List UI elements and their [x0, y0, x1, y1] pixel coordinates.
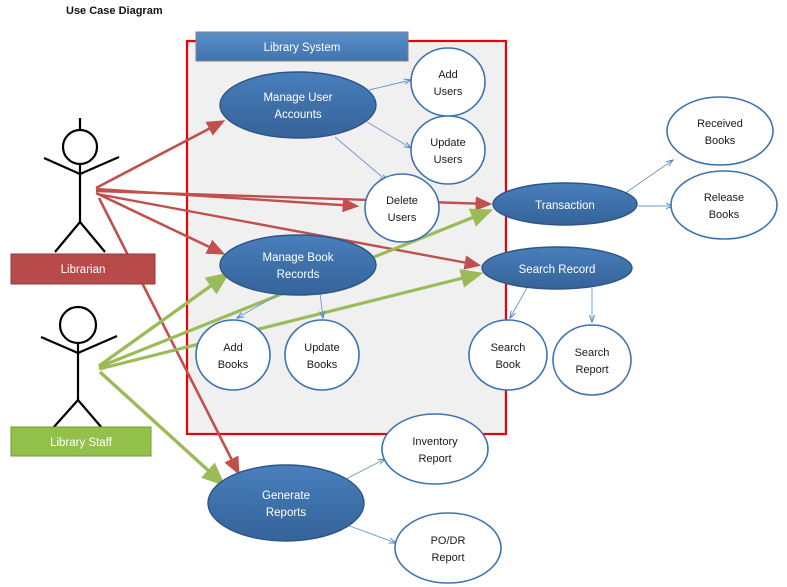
inventory-report-label-line2: Report [418, 453, 451, 465]
use-case-update-books[interactable]: Update Books [284, 319, 360, 391]
inventory-report-label-line1: Inventory [412, 436, 458, 448]
po-dr-report-label-line1: PO/DR [431, 535, 466, 547]
add-users-label-line2: Users [434, 86, 463, 98]
release-books-label-line1: Release [704, 192, 744, 204]
received-books-label-line2: Books [705, 135, 736, 147]
use-case-po-dr-report[interactable]: PO/DR Report [394, 512, 502, 584]
diagram-svg: Use Case Diagram Library System Libraria… [10, 5, 778, 584]
use-case-generate-reports[interactable]: Generate Reports [207, 464, 365, 542]
search-report-label-line1: Search [575, 347, 610, 359]
actor-library-staff[interactable]: Library Staff [10, 305, 152, 457]
use-case-transaction[interactable]: Transaction [492, 182, 638, 226]
use-case-add-books[interactable]: Add Books [195, 319, 271, 391]
add-books-label-line2: Books [218, 359, 249, 371]
use-case-delete-users[interactable]: Delete Users [364, 173, 440, 243]
include-generate-po-dr-report [346, 524, 396, 543]
manage-user-accounts-label-line2: Accounts [274, 109, 322, 121]
manage-book-records-label-line1: Manage Book [263, 252, 334, 264]
page-title: Use Case Diagram [66, 5, 163, 17]
use-case-search-book[interactable]: Search Book [468, 319, 548, 391]
update-users-label-line1: Update [430, 137, 465, 149]
use-case-add-users[interactable]: Add Users [410, 47, 486, 117]
generate-reports-label-line1: Generate [262, 490, 310, 502]
use-case-manage-user-accounts[interactable]: Manage User Accounts [219, 71, 377, 139]
search-report-label-line2: Report [575, 364, 608, 376]
use-case-release-books[interactable]: Release Books [670, 170, 778, 240]
manage-user-accounts-label-line1: Manage User [263, 92, 332, 104]
use-case-update-users[interactable]: Update Users [410, 115, 486, 185]
search-book-label-line2: Book [495, 359, 521, 371]
generate-reports-label-line2: Reports [266, 507, 307, 519]
librarian-stick-figure [43, 118, 120, 253]
po-dr-report-label-line2: Report [431, 552, 464, 564]
use-case-inventory-report[interactable]: Inventory Report [381, 413, 489, 485]
actor-librarian-label: Librarian [61, 264, 106, 276]
actor-library-staff-label: Library Staff [50, 437, 113, 449]
manage-book-records-label-line2: Records [277, 269, 320, 281]
use-case-manage-book-records[interactable]: Manage Book Records [219, 234, 377, 296]
system-boundary-header: Library System [195, 31, 409, 62]
transaction-label: Transaction [535, 200, 595, 212]
use-case-diagram-canvas: Use Case Diagram Library System Libraria… [0, 0, 787, 587]
use-case-search-report[interactable]: Search Report [552, 324, 632, 396]
add-users-label-line1: Add [438, 69, 458, 81]
use-case-received-books[interactable]: Received Books [666, 96, 774, 166]
release-books-label-line2: Books [709, 209, 740, 221]
received-books-label-line1: Received [697, 118, 743, 130]
add-books-label-line1: Add [223, 342, 243, 354]
include-search-record-search-book [510, 285, 529, 318]
update-books-label-line2: Books [307, 359, 338, 371]
delete-users-label-line1: Delete [386, 195, 418, 207]
update-books-label-line1: Update [304, 342, 339, 354]
update-users-label-line2: Users [434, 154, 463, 166]
system-boundary-label: Library System [264, 42, 341, 54]
include-transaction-received-books [620, 160, 673, 197]
search-record-label: Search Record [519, 264, 596, 276]
use-case-search-record[interactable]: Search Record [481, 246, 633, 290]
delete-users-label-line2: Users [388, 212, 417, 224]
search-book-label-line1: Search [491, 342, 526, 354]
